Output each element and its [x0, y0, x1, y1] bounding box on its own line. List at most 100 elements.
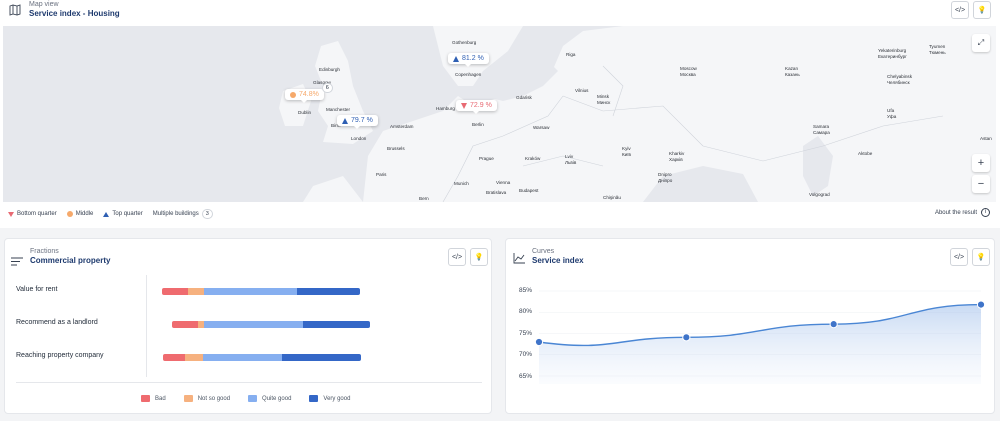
- about-result-label: About the result: [934, 209, 977, 216]
- lightbulb-icon: 💡: [977, 7, 987, 14]
- map-title: Service index - Housing: [29, 9, 120, 18]
- fraction-segment-bad[interactable]: [163, 354, 185, 361]
- fraction-segment-very-good[interactable]: [296, 288, 360, 295]
- embed-code-button[interactable]: </>: [448, 248, 466, 266]
- zoom-in-button[interactable]: +: [972, 154, 990, 172]
- city-label: Moscow: [680, 66, 697, 71]
- city-label: Edinburgh: [319, 67, 340, 72]
- legend-label: Bad: [155, 396, 166, 403]
- legend-bad: Bad: [141, 395, 166, 402]
- about-result-link[interactable]: About the result i: [935, 208, 990, 217]
- minus-icon: −: [977, 178, 985, 190]
- zoom-out-button[interactable]: −: [972, 175, 990, 193]
- circle-icon: [66, 211, 73, 217]
- fraction-segment-very-good[interactable]: [281, 354, 361, 361]
- city-label: Amsterdam: [390, 124, 414, 129]
- city-label: Gothenburg: [452, 40, 477, 45]
- city-label: Ufa: [887, 108, 895, 113]
- fraction-bar[interactable]: [162, 288, 360, 295]
- fraction-segment-not-so-good[interactable]: [187, 288, 204, 295]
- fraction-segment-quite-good[interactable]: [202, 354, 282, 361]
- curves-subtitle: Curves: [532, 248, 555, 255]
- city-label: Prague: [479, 156, 494, 161]
- fraction-bar[interactable]: [163, 354, 361, 361]
- fraction-bar[interactable]: [172, 321, 370, 328]
- triangle-down-icon: [461, 102, 467, 109]
- embed-code-button[interactable]: </>: [951, 1, 969, 19]
- city-label: London: [351, 136, 367, 141]
- city-label: Минск: [597, 100, 611, 105]
- triangle-up-icon: [103, 211, 110, 217]
- city-label: Челябинск: [887, 80, 910, 85]
- legend-label: Quite good: [262, 396, 292, 403]
- city-label: Chişinău: [603, 195, 621, 200]
- fullscreen-button[interactable]: ⤢: [972, 34, 990, 52]
- triangle-down-icon: [8, 211, 14, 217]
- fraction-segment-not-so-good[interactable]: [184, 354, 203, 361]
- legend-label: Top quarter: [112, 211, 143, 217]
- marker-value: 81.2 %: [462, 55, 484, 62]
- city-label: Kharkiv: [669, 151, 685, 156]
- line-chart[interactable]: [521, 284, 991, 394]
- data-point[interactable]: [534, 337, 544, 347]
- city-label: Dublin: [298, 110, 312, 115]
- city-label: Astan: [980, 136, 992, 141]
- fraction-segment-quite-good[interactable]: [203, 321, 303, 328]
- fraction-segment-quite-good[interactable]: [203, 288, 297, 295]
- curves-title: Service index: [532, 256, 584, 265]
- city-label: Самара: [813, 130, 830, 135]
- map-canvas[interactable]: Gothenburg Riga Edinburgh Glasgow Copenh…: [3, 26, 996, 202]
- map-basemap: [3, 26, 996, 202]
- insight-button[interactable]: 💡: [470, 248, 488, 266]
- legend-top-quarter: Top quarter: [103, 211, 143, 217]
- divider: [16, 382, 482, 383]
- marker-count: 6: [321, 83, 333, 93]
- city-label: Vilnius: [575, 88, 589, 93]
- fraction-row-label: Value for rent: [16, 286, 58, 293]
- city-label: Yekaterinburg: [878, 48, 907, 53]
- map-marker-top[interactable]: 81.2 %: [448, 53, 489, 67]
- data-point[interactable]: [829, 320, 838, 329]
- divider: [146, 275, 147, 377]
- city-label: Kazan: [785, 66, 799, 71]
- lightbulb-icon: 💡: [474, 254, 484, 261]
- code-icon: </>: [954, 6, 966, 14]
- fraction-row-label: Recommend as a landlord: [16, 319, 98, 326]
- city-label: Samara: [813, 124, 830, 129]
- map-marker-top[interactable]: 79.7 %: [337, 115, 378, 129]
- city-label: Vienna: [496, 180, 511, 185]
- info-icon: i: [981, 208, 990, 217]
- city-label: Chelyabinsk: [887, 74, 913, 79]
- map-marker-bottom[interactable]: 72.9 %: [456, 100, 497, 114]
- city-label: Kyiv: [622, 146, 631, 151]
- legend-bottom-quarter: Bottom quarter: [8, 211, 57, 217]
- city-label: Kraków: [525, 156, 541, 161]
- swatch: [248, 395, 258, 402]
- map-panel: Map view Service index - Housing </> 💡 G…: [0, 0, 1000, 228]
- city-label: Berlin: [472, 122, 484, 127]
- insight-button[interactable]: 💡: [972, 248, 990, 266]
- data-point[interactable]: [976, 300, 986, 309]
- map-marker-middle[interactable]: 74.8% 6: [285, 83, 333, 103]
- curves-panel: Curves Service index </> 💡 85% 80% 75% 7…: [505, 238, 995, 414]
- insight-button[interactable]: 💡: [973, 1, 991, 19]
- city-label: Казань: [785, 72, 800, 77]
- map-icon: [9, 3, 21, 16]
- data-point[interactable]: [682, 333, 691, 342]
- city-label: Aktobe: [858, 151, 873, 156]
- plus-icon: +: [977, 157, 985, 169]
- fractions-legend: Bad Not so good Quite good Very good: [141, 395, 350, 402]
- swatch: [183, 395, 193, 402]
- embed-code-button[interactable]: </>: [950, 248, 968, 266]
- city-label: Харків: [669, 157, 683, 162]
- city-label: Тюмень: [929, 50, 946, 55]
- code-icon: </>: [953, 253, 965, 261]
- legend-multiple-buildings: Multiple buildings 3: [153, 209, 213, 219]
- fraction-segment-very-good[interactable]: [302, 321, 370, 328]
- fraction-segment-bad[interactable]: [172, 321, 198, 328]
- city-label: Київ: [622, 152, 631, 157]
- legend-count-badge: 3: [201, 209, 213, 219]
- fraction-segment-bad[interactable]: [162, 288, 188, 295]
- legend-label: Not so good: [197, 396, 231, 403]
- code-icon: </>: [451, 253, 463, 261]
